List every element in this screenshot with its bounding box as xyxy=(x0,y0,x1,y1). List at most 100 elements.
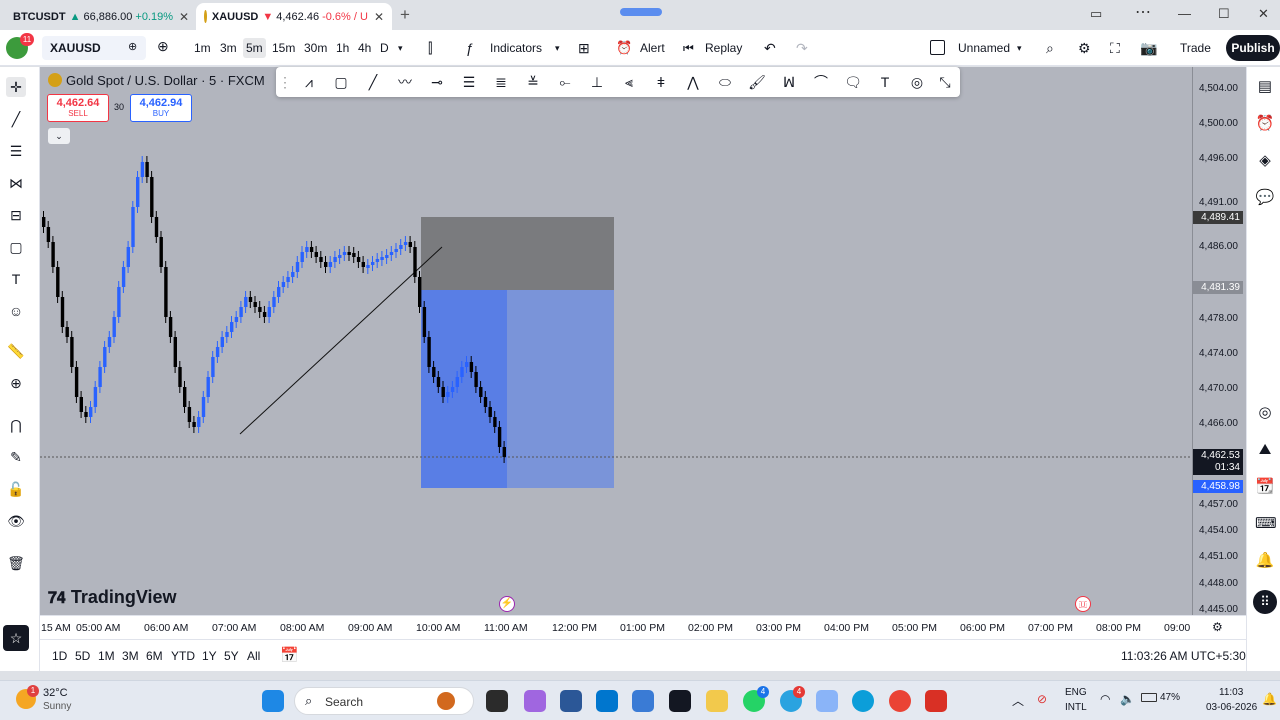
trend-line-icon[interactable]: ╱ xyxy=(6,109,26,129)
dell-icon[interactable] xyxy=(596,690,618,712)
path-icon[interactable]: 〰 xyxy=(394,72,416,92)
interval-3m[interactable]: 3m xyxy=(220,38,237,58)
pattern-icon[interactable]: ⋈ xyxy=(6,173,26,193)
drag-handle-icon[interactable] xyxy=(620,8,662,16)
task-view-icon[interactable] xyxy=(486,690,508,712)
indicators-button[interactable]: Indicators xyxy=(490,38,542,58)
horizontal-ray-icon[interactable]: ⊸ xyxy=(426,72,448,92)
range-ytd[interactable]: YTD xyxy=(171,649,195,663)
pdf-icon[interactable] xyxy=(925,690,947,712)
range-1d[interactable]: 1D xyxy=(52,649,67,663)
range-6m[interactable]: 6M xyxy=(146,649,163,663)
pip-icon[interactable]: ▭ xyxy=(1090,6,1102,22)
trash-icon[interactable]: 🗑 xyxy=(6,553,26,573)
target-icon[interactable]: ◎ xyxy=(1255,403,1275,423)
apps-grid-icon[interactable]: ⠿ xyxy=(1253,590,1277,614)
price-axis[interactable]: 4,504.00 4,500.00 4,496.00 4,491.00 4,48… xyxy=(1192,67,1246,615)
curve-icon[interactable]: ⌒ xyxy=(810,72,832,92)
layers-icon[interactable]: ◈ xyxy=(1255,151,1275,171)
templates-icon[interactable]: ⊞ xyxy=(578,38,590,58)
time-axis[interactable]: 15 AM 05:00 AM 06:00 AM 07:00 AM 08:00 A… xyxy=(40,615,1246,639)
interval-1m[interactable]: 1m xyxy=(194,38,211,58)
crosshair-icon[interactable]: ✛ xyxy=(6,77,26,97)
notification-bell-icon[interactable]: 🔔 xyxy=(1262,692,1277,706)
ideas-icon[interactable]: ⛰ xyxy=(1255,440,1275,460)
us-flag-icon[interactable]: 🇺 xyxy=(1075,596,1091,612)
interval-d[interactable]: D xyxy=(380,38,389,58)
elliott-wave-icon[interactable]: ꟽ xyxy=(778,72,800,92)
event-lightning-icon[interactable]: ⚡ xyxy=(499,596,515,612)
chrome-icon[interactable] xyxy=(889,690,911,712)
range-1m[interactable]: 1M xyxy=(98,649,115,663)
ruler-icon[interactable]: 📏 xyxy=(6,341,26,361)
symbol-search[interactable]: XAUUSD ⊕ xyxy=(42,36,146,60)
snapshot-icon[interactable]: 📷 xyxy=(1140,38,1157,58)
trade-button[interactable]: Trade xyxy=(1180,38,1211,58)
candles-icon[interactable]: ⫿ xyxy=(428,38,432,58)
collapse-legend-icon[interactable]: ⌄ xyxy=(48,128,70,144)
close-tab-icon[interactable]: ✕ xyxy=(374,10,384,24)
volume-icon[interactable]: 🔈 xyxy=(1120,692,1135,706)
minimize-icon[interactable]: — xyxy=(1178,6,1191,21)
store-icon[interactable] xyxy=(560,690,582,712)
trend-line[interactable] xyxy=(239,246,443,435)
tradingview-app-icon[interactable] xyxy=(669,690,691,712)
interval-30m[interactable]: 30m xyxy=(304,38,327,58)
range-5d[interactable]: 5D xyxy=(75,649,90,663)
text-icon[interactable]: T xyxy=(874,72,896,92)
layout-checkbox-icon[interactable] xyxy=(930,40,945,55)
language-top[interactable]: ENG xyxy=(1065,687,1087,698)
app-icon[interactable] xyxy=(632,690,654,712)
close-tab-icon[interactable]: ✕ xyxy=(179,10,189,24)
wifi-icon[interactable]: ◠ xyxy=(1100,692,1110,706)
fullscreen-icon[interactable]: ⛶ xyxy=(1110,38,1120,58)
rectangle-icon[interactable]: ▢ xyxy=(330,72,352,92)
tab-xauusd[interactable]: XAUUSD ▼ 4,462.46 -0.6% / U ✕ xyxy=(196,3,392,30)
clock[interactable]: 11:03:26 AM UTC+5:30 xyxy=(1121,649,1246,663)
forecast-icon[interactable]: ⊟ xyxy=(6,205,26,225)
chevron-down-icon[interactable]: ▾ xyxy=(555,38,560,58)
copilot-icon[interactable] xyxy=(524,690,546,712)
chat-icon[interactable]: 💬 xyxy=(1255,188,1275,208)
emoji-icon[interactable]: ☺ xyxy=(6,301,26,321)
line-icon[interactable]: ╱ xyxy=(362,72,384,92)
interval-15m[interactable]: 15m xyxy=(272,38,295,58)
notifications-icon[interactable]: 🔔 xyxy=(1255,551,1275,571)
callout-icon[interactable]: 🗨 xyxy=(842,72,864,92)
quick-search-icon[interactable]: ⌕ xyxy=(1046,38,1054,58)
alert-button[interactable]: Alert xyxy=(640,38,665,58)
chart-pane[interactable]: Gold Spot / U.S. Dollar · 5 · FXCM 4,462… xyxy=(40,67,1192,615)
settings-icon[interactable]: ⚙ xyxy=(1078,38,1091,58)
layout-name[interactable]: Unnamed xyxy=(958,38,1010,58)
tab-btcusdt[interactable]: BTCUSDT ▲ 66,886.00 +0.19% ✕ xyxy=(0,3,192,30)
undo-icon[interactable]: ↶ xyxy=(764,38,776,58)
taskbar-time[interactable]: 11:03 xyxy=(1219,687,1243,698)
axis-settings-icon[interactable]: ⚙ xyxy=(1212,620,1223,634)
channel-icon[interactable]: ⫷ xyxy=(618,72,640,92)
favorites-icon[interactable]: ☆ xyxy=(3,625,29,651)
new-tab-button[interactable]: + xyxy=(400,5,410,25)
more-icon[interactable]: ⋯ xyxy=(1135,2,1151,22)
lock-icon[interactable]: 🔓 xyxy=(6,479,26,499)
watchlist-icon[interactable]: ▤ xyxy=(1255,77,1275,97)
fib-icon[interactable]: ☰ xyxy=(6,141,26,161)
replay-button[interactable]: Replay xyxy=(705,38,742,58)
battery-icon[interactable] xyxy=(1141,693,1157,702)
calendar-icon[interactable]: 📆 xyxy=(1255,477,1275,497)
redo-icon[interactable]: ↷ xyxy=(796,38,808,58)
zigzag-icon[interactable]: ⩘ xyxy=(298,72,320,92)
buy-button[interactable]: 4,462.94 BUY xyxy=(130,94,192,122)
add-symbol-icon[interactable]: ⊕ xyxy=(157,38,169,55)
security-icon[interactable]: ⊘ xyxy=(1037,692,1047,706)
publish-button[interactable]: Publish xyxy=(1226,35,1280,61)
zoom-icon[interactable]: ⊕ xyxy=(6,373,26,393)
ellipse-icon[interactable]: ⬭ xyxy=(714,72,736,92)
range-1y[interactable]: 1Y xyxy=(202,649,217,663)
fib-extension-icon[interactable]: ≣ xyxy=(490,72,512,92)
abcd-pattern-icon[interactable]: ⋀ xyxy=(682,72,704,92)
interval-1h[interactable]: 1h xyxy=(336,38,349,58)
circle-icon[interactable]: ◎ xyxy=(906,72,928,92)
edge-icon[interactable] xyxy=(852,690,874,712)
fib-retracement-icon[interactable]: ☰ xyxy=(458,72,480,92)
tray-chevron-icon[interactable]: ︿ xyxy=(1012,692,1024,709)
